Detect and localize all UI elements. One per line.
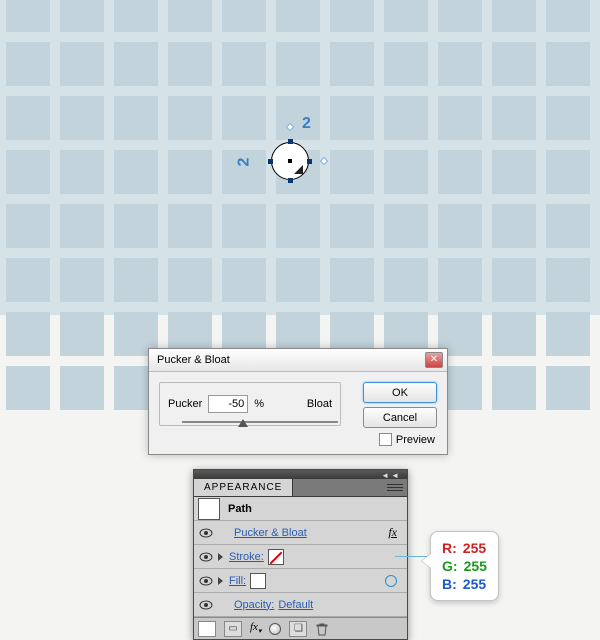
expand-icon[interactable]: [218, 577, 223, 585]
opacity-label[interactable]: Opacity:: [234, 599, 274, 611]
stroke-swatch-none[interactable]: [268, 549, 284, 565]
dimension-label-height: 2: [235, 158, 253, 167]
b-value: 255: [463, 575, 486, 593]
b-label: B:: [442, 575, 457, 593]
fill-row[interactable]: Fill:: [194, 569, 407, 593]
effect-link[interactable]: Pucker & Bloat: [234, 527, 307, 539]
new-appearance-icon[interactable]: [198, 621, 216, 637]
dimension-label-width: 2: [302, 115, 311, 133]
target-swatch: [198, 498, 220, 520]
r-value: 255: [463, 539, 486, 557]
target-name: Path: [224, 503, 252, 515]
fx-menu-icon[interactable]: fx▾: [250, 621, 261, 635]
visibility-toggle[interactable]: [198, 549, 214, 565]
illustrator-canvas[interactable]: 2 2: [0, 0, 600, 315]
selected-shape[interactable]: [271, 142, 309, 180]
fill-label[interactable]: Fill:: [229, 575, 246, 587]
slider-track[interactable]: [182, 421, 338, 423]
percent-label: %: [254, 398, 264, 410]
center-point: [288, 159, 292, 163]
g-label: G:: [442, 557, 458, 575]
duplicate-icon[interactable]: ❏: [289, 621, 307, 637]
anchor-point[interactable]: [288, 139, 293, 144]
ok-button[interactable]: OK: [363, 382, 437, 403]
visibility-toggle[interactable]: [198, 525, 214, 541]
preview-label: Preview: [396, 434, 435, 446]
r-label: R:: [442, 539, 457, 557]
g-value: 255: [464, 557, 487, 575]
close-button[interactable]: ✕: [425, 352, 443, 368]
opacity-value[interactable]: Default: [278, 599, 313, 611]
dialog-titlebar[interactable]: Pucker & Bloat ✕: [149, 349, 447, 372]
fill-swatch-white[interactable]: [250, 573, 266, 589]
stroke-row[interactable]: Stroke:: [194, 545, 407, 569]
anchor-point[interactable]: [307, 159, 312, 164]
appearance-target-row[interactable]: Path: [194, 497, 407, 521]
effect-row[interactable]: Pucker & Bloat fx: [194, 521, 407, 545]
color-callout: R: 255 G: 255 B: 255: [430, 531, 499, 601]
opacity-row[interactable]: Opacity: Default: [194, 593, 407, 617]
panel-gripper[interactable]: ◄◄: [194, 470, 407, 479]
clear-icon[interactable]: [269, 623, 281, 635]
panel-tab-appearance[interactable]: APPEARANCE: [194, 479, 293, 496]
bloat-label: Bloat: [307, 398, 332, 410]
collapse-icon[interactable]: ◄◄: [381, 471, 401, 480]
slider-group: Pucker % Bloat: [159, 382, 341, 426]
cancel-button[interactable]: Cancel: [363, 407, 437, 428]
visibility-toggle[interactable]: [198, 573, 214, 589]
expand-icon[interactable]: [218, 553, 223, 561]
pucker-label: Pucker: [168, 398, 202, 410]
fx-icon[interactable]: fx: [388, 525, 397, 540]
panel-menu-icon[interactable]: [387, 482, 403, 494]
color-link-indicator[interactable]: [385, 575, 397, 587]
preview-checkbox[interactable]: [379, 433, 392, 446]
clear-appearance-icon[interactable]: ▭: [224, 621, 242, 637]
appearance-panel: ◄◄ APPEARANCE Path Pucker & Bloat fx Str…: [193, 469, 408, 640]
visibility-toggle[interactable]: [198, 597, 214, 613]
dialog-title: Pucker & Bloat: [157, 354, 230, 366]
trash-icon[interactable]: [315, 622, 329, 636]
pucker-bloat-dialog: Pucker & Bloat ✕ Pucker % Bloat OK Cance…: [148, 348, 448, 455]
stroke-label[interactable]: Stroke:: [229, 551, 264, 563]
anchor-point[interactable]: [268, 159, 273, 164]
slider-thumb[interactable]: [238, 419, 248, 427]
panel-footer: ▭ fx▾ ❏: [194, 617, 407, 639]
pucker-value-input[interactable]: [208, 395, 248, 413]
anchor-point[interactable]: [288, 178, 293, 183]
